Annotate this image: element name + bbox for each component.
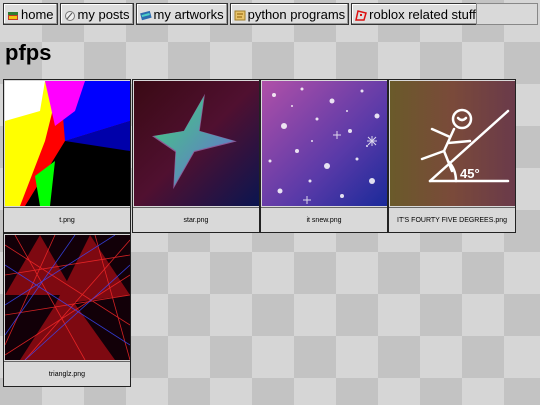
nav-spacer: [476, 3, 538, 25]
nav-home-button[interactable]: home: [3, 3, 58, 25]
gallery-item-45-degrees[interactable]: 45° IT'S FOURTY FIVE DEGREES.png: [388, 79, 516, 233]
nav-home-label: home: [21, 6, 54, 22]
gallery-item-t[interactable]: t.png: [3, 79, 131, 233]
svg-text:45°: 45°: [460, 166, 480, 181]
nav-artworks-button[interactable]: my artworks: [135, 3, 228, 25]
gallery-caption: star.png: [133, 207, 259, 233]
roblox-icon: [355, 9, 368, 21]
artworks-icon: [139, 9, 152, 20]
nav-roblox-button[interactable]: roblox related stuff: [351, 3, 480, 25]
nav-artworks-label: my artworks: [153, 6, 224, 22]
nav-roblox-label: roblox related stuff: [369, 6, 476, 22]
gallery-image-trianglz: [5, 235, 130, 360]
gallery-image-star: [134, 81, 259, 206]
gallery-caption: IT'S FOURTY FIVE DEGREES.png: [389, 207, 515, 233]
python-icon: [234, 9, 246, 20]
top-nav: home my posts my artworks python program…: [3, 3, 482, 25]
gallery-image-snow: [262, 81, 387, 206]
nav-python-label: python programs: [247, 6, 346, 22]
gallery-item-star[interactable]: star.png: [132, 79, 260, 233]
gallery-image-45-degrees: 45°: [390, 81, 515, 206]
gallery-item-trianglz[interactable]: trianglz.png: [3, 233, 131, 387]
nav-python-button[interactable]: python programs: [229, 3, 350, 25]
gallery-caption: t.png: [4, 207, 130, 233]
gallery-caption: it snew.png: [261, 207, 387, 233]
page-title: pfps: [5, 40, 52, 65]
gallery-caption: trianglz.png: [4, 361, 130, 387]
gallery-image-t: [5, 81, 130, 206]
nav-posts-label: my posts: [77, 6, 130, 22]
home-icon: [7, 9, 19, 20]
nav-posts-button[interactable]: my posts: [59, 3, 134, 25]
posts-icon: [64, 9, 76, 21]
gallery-item-snow[interactable]: it snew.png: [260, 79, 388, 233]
